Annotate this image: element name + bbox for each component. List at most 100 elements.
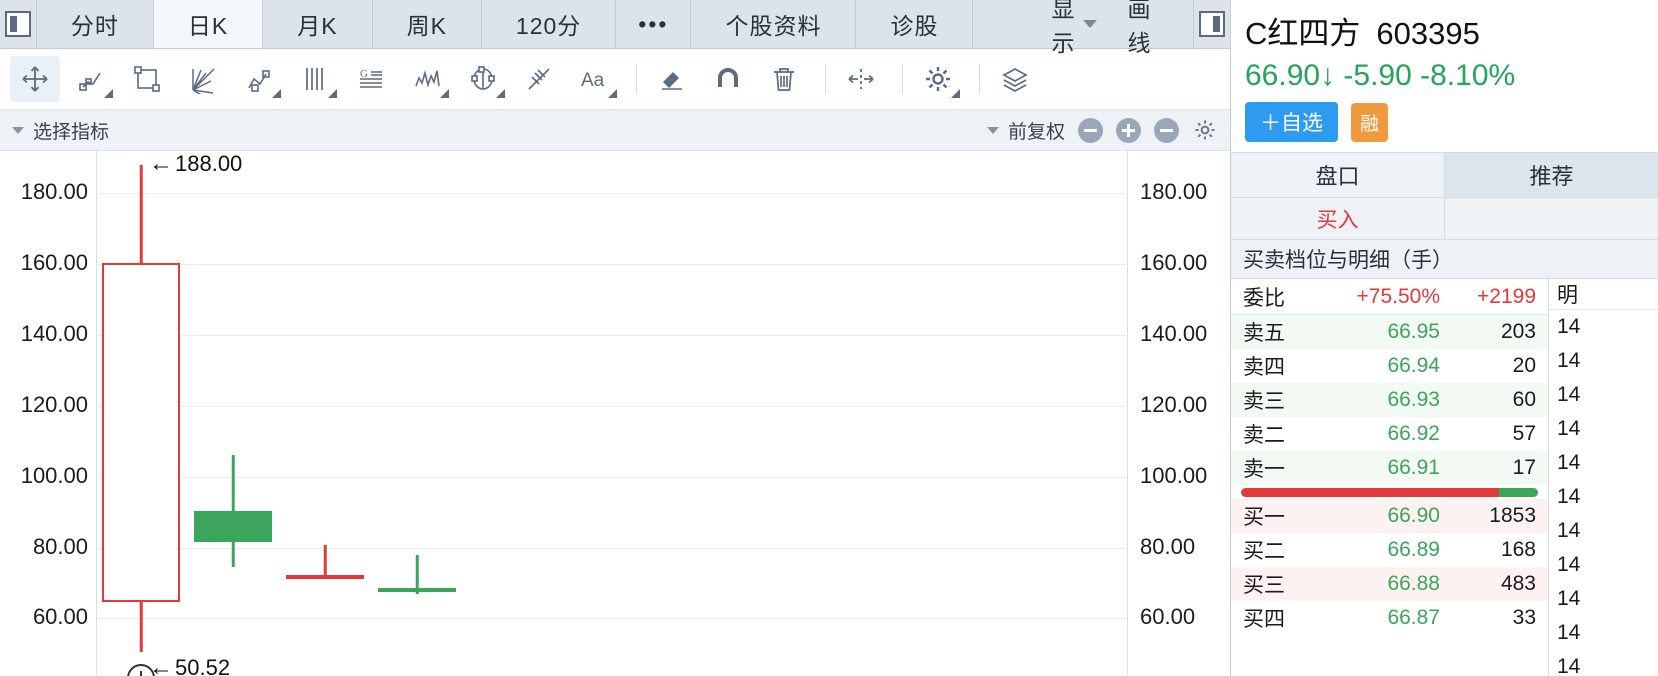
high-price-annotation: ← 188.00 [149, 151, 242, 177]
level-label: 买三 [1243, 574, 1285, 597]
polyline-icon[interactable] [234, 56, 284, 102]
zoom-out-button-2[interactable] [1154, 117, 1179, 143]
tab-more-button[interactable]: ••• [616, 0, 692, 48]
tab-diagnose[interactable]: 诊股 [856, 0, 974, 48]
detail-header: 明 [1549, 279, 1658, 310]
chart-settings-gear-icon[interactable] [1192, 117, 1218, 143]
sell-button[interactable] [1444, 198, 1658, 239]
stock-action-buttons: ＋自选 融 [1245, 102, 1644, 142]
adjust-mode-button[interactable]: 前复权 [986, 117, 1065, 144]
rectangle-icon[interactable] [122, 56, 172, 102]
y-tick-label-right: 120.00 [1140, 391, 1208, 417]
tab-fenshi[interactable]: 分时 [37, 0, 154, 48]
y-tick-label-left: 100.00 [20, 462, 88, 488]
detail-row: 14 [1557, 383, 1581, 406]
level-volume: 168 [1500, 538, 1536, 561]
parallel-lines-icon[interactable] [290, 56, 340, 102]
magnet-icon[interactable] [703, 56, 753, 102]
candlestick-chart[interactable]: 60.00 60.00 80.00 80.00 100.00 100.00 120.00 12… [0, 151, 1230, 676]
tab-month-k[interactable]: 月K [263, 0, 373, 48]
crosshair-move-icon[interactable] [10, 56, 60, 102]
orderbook-buy-row[interactable]: 买一 66.90 1853 [1231, 499, 1548, 533]
detail-row: 14 [1557, 349, 1581, 372]
orderbook-sell-row[interactable]: 卖二 66.92 57 [1231, 417, 1548, 451]
tab-day-k[interactable]: 日K [153, 0, 264, 48]
trendline-icon[interactable] [66, 56, 116, 102]
detail-row: 14 [1557, 587, 1581, 610]
settings-gear-icon[interactable] [913, 56, 963, 102]
add-to-watchlist-button[interactable]: ＋自选 [1245, 102, 1338, 142]
adjust-mode-label: 前复权 [1007, 121, 1065, 143]
tab-120min[interactable]: 120分 [482, 0, 617, 48]
wave-icon[interactable] [402, 56, 452, 102]
detail-row: 14 [1557, 553, 1581, 576]
drawing-toolbar: G Aa [0, 49, 1230, 110]
margin-trading-badge[interactable]: 融 [1351, 102, 1389, 142]
candlestick[interactable] [286, 151, 364, 675]
orderbook-buy-row[interactable]: 买三 66.88 483 [1231, 567, 1548, 601]
draw-menu-button[interactable]: 画线 [1117, 0, 1167, 58]
ratio-bar-sell [1499, 487, 1538, 497]
level-volume: 17 [1512, 456, 1536, 479]
panel-left-icon [4, 11, 31, 37]
chevron-down-icon [1083, 20, 1098, 28]
level-volume: 60 [1512, 388, 1536, 411]
candlestick[interactable] [194, 151, 272, 675]
y-tick-label-right: 100.00 [1140, 462, 1208, 488]
orderbook-buy-row[interactable]: 买二 66.89 168 [1231, 533, 1548, 567]
level-volume: 483 [1500, 572, 1536, 595]
y-tick-label-left: 140.00 [20, 321, 88, 347]
tab-recommend[interactable]: 推荐 [1444, 153, 1658, 197]
level-price: 66.88 [1387, 572, 1440, 595]
horizontal-resize-icon[interactable] [836, 56, 886, 102]
candle-body [194, 511, 272, 543]
zoom-in-button[interactable] [1116, 117, 1141, 143]
level-price: 66.94 [1387, 354, 1440, 377]
orderbook-sell-row[interactable]: 卖一 66.91 17 [1231, 451, 1548, 485]
eraser-icon[interactable] [647, 56, 697, 102]
detail-row: 14 [1557, 315, 1581, 338]
orderbook-sell-row[interactable]: 卖五 66.95 203 [1231, 315, 1548, 349]
ellipse-icon[interactable] [458, 56, 508, 102]
select-indicator-label: 选择指标 [33, 121, 110, 143]
text-tool-icon[interactable]: Aa [570, 56, 620, 102]
stock-info-panel: C红四方 603395 66.90↓ -5.90 -8.10% ＋自选 融 盘口… [1230, 0, 1658, 676]
text-block-icon[interactable]: G [346, 56, 396, 102]
level-volume: 203 [1500, 320, 1536, 343]
level-label: 卖二 [1243, 424, 1285, 447]
level-label: 卖五 [1243, 322, 1285, 345]
layers-icon[interactable] [990, 56, 1040, 102]
orderbook-split: 委比 +75.50% +2199 卖五 66.95 203 卖四 66.94 20 卖三 66… [1231, 279, 1658, 676]
tab-week-k[interactable]: 周K [373, 0, 482, 48]
zoom-out-button[interactable] [1078, 117, 1103, 143]
orderbook-buy-row[interactable]: 买四 66.87 33 [1231, 601, 1548, 635]
panel-left-toggle-button[interactable] [0, 0, 37, 48]
select-indicator-button[interactable]: 选择指标 [12, 117, 109, 144]
trade-action-row: 买入 [1231, 198, 1658, 240]
panel-right-icon [1199, 11, 1226, 37]
chart-plot-area[interactable]: 60.00 60.00 80.00 80.00 100.00 100.00 120.00 12… [21, 151, 1207, 676]
chevron-down-icon [986, 126, 999, 134]
candlestick[interactable] [378, 151, 456, 675]
panel-right-toggle-button[interactable] [1193, 0, 1230, 48]
trash-icon[interactable] [759, 56, 809, 102]
high-price-value: 188.00 [175, 151, 243, 177]
fork-icon[interactable] [514, 56, 564, 102]
candlestick[interactable] [102, 151, 180, 675]
orderbook-sell-row[interactable]: 卖三 66.93 60 [1231, 383, 1548, 417]
display-menu-button[interactable]: 显示 [1041, 0, 1107, 58]
tab-stock-info[interactable]: 个股资料 [691, 0, 857, 48]
buy-button[interactable]: 买入 [1231, 198, 1444, 239]
tab-orderbook[interactable]: 盘口 [1231, 153, 1444, 197]
indicator-bar-right-group: 前复权 [986, 117, 1218, 144]
trading-app-window: 分时 日K 月K 周K 120分 ••• 个股资料 诊股 显示 画线 G Aa … [0, 0, 1658, 676]
level-label: 买一 [1243, 506, 1285, 529]
toolbar-divider-2 [825, 64, 826, 94]
gann-fan-icon[interactable] [178, 56, 228, 102]
axis-line-left [96, 151, 97, 675]
arrow-left-icon: ← [149, 653, 173, 676]
level-price: 66.89 [1387, 538, 1440, 561]
orderbook-sell-row[interactable]: 卖四 66.94 20 [1231, 349, 1548, 383]
toolbar-divider [636, 64, 637, 94]
stock-price-change: 66.90↓ -5.90 -8.10% [1245, 59, 1516, 92]
